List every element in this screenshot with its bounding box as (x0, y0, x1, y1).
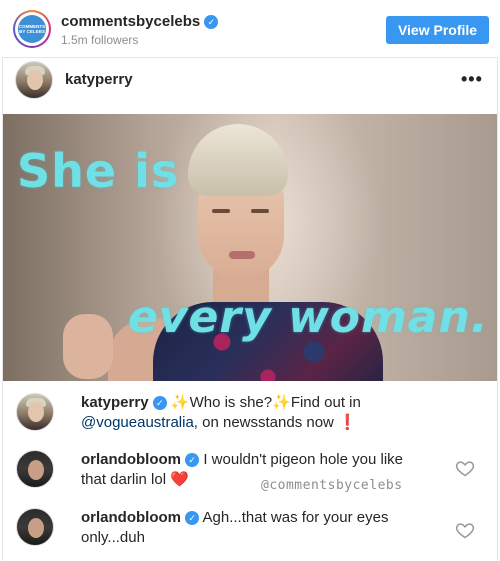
account-header: COMMENTS BY CELEBS commentsbycelebs ✓ 1.… (0, 0, 500, 58)
image-overlay-text-line2: every woman. (128, 292, 489, 343)
verified-icon: ✓ (185, 511, 200, 525)
avatar[interactable] (15, 61, 53, 99)
like-heart-icon[interactable] (455, 520, 475, 540)
verified-icon: ✓ (152, 396, 167, 410)
post-image[interactable]: She is every woman. (3, 114, 497, 381)
view-profile-button[interactable]: View Profile (386, 16, 489, 44)
follower-count: 1.5m followers (61, 33, 139, 47)
mention-link[interactable]: @vogueaustralia (81, 414, 194, 431)
account-name[interactable]: commentsbycelebs ✓ (61, 13, 219, 30)
account-logo[interactable]: COMMENTS BY CELEBS (13, 10, 51, 48)
post-card: katyperry ••• She is every woman. katype… (2, 57, 498, 561)
post-header: katyperry ••• (3, 58, 497, 114)
avatar[interactable] (16, 393, 54, 431)
watermark: @commentsbycelebs (261, 478, 403, 493)
comment-text: katyperry ✓ ✨Who is she?✨Find out in @vo… (81, 394, 361, 431)
sparkle-icon: ✨ (272, 394, 291, 411)
logo-badge: COMMENTS BY CELEBS (18, 15, 46, 43)
image-overlay-text-line1: She is (17, 144, 180, 198)
avatar[interactable] (16, 450, 54, 488)
verified-icon: ✓ (204, 15, 219, 29)
like-heart-icon[interactable] (455, 458, 475, 478)
post-username[interactable]: katyperry (65, 71, 133, 88)
more-options-icon[interactable]: ••• (461, 69, 483, 90)
heart-emoji-icon: ❤️ (170, 471, 189, 488)
comment-author[interactable]: katyperry (81, 394, 149, 411)
exclamation-icon: ❗ (338, 414, 357, 431)
comment-text: orlandobloom ✓ Agh...that was for your e… (81, 509, 389, 546)
comment-author[interactable]: orlandobloom (81, 451, 181, 468)
comment-author[interactable]: orlandobloom (81, 509, 181, 526)
sparkle-icon: ✨ (170, 394, 190, 411)
verified-icon: ✓ (185, 453, 200, 467)
avatar[interactable] (16, 508, 54, 546)
